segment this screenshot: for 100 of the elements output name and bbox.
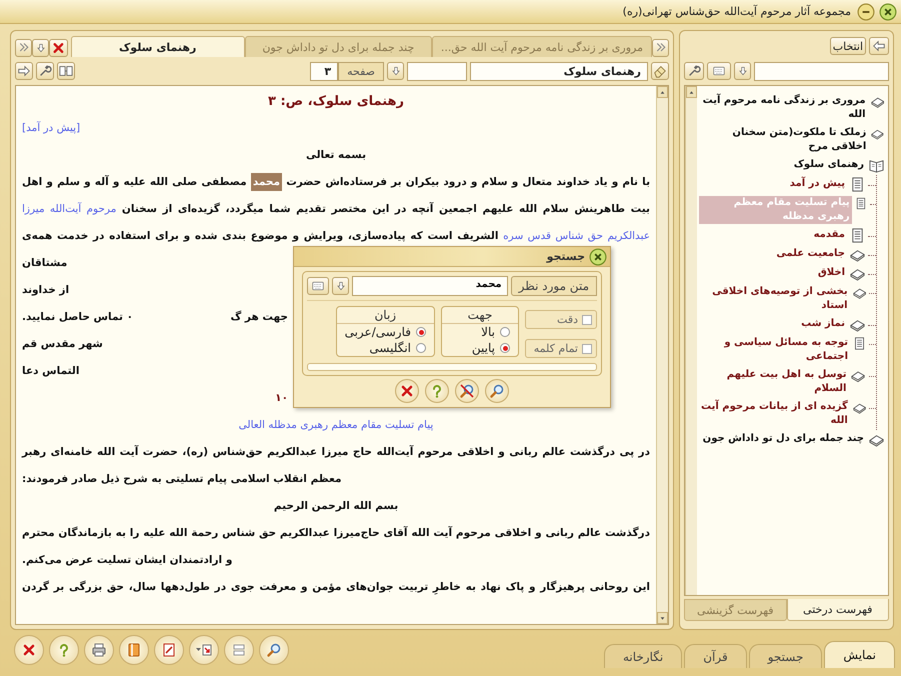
radio-button[interactable] (416, 327, 426, 337)
close-icon (589, 248, 607, 266)
tree-item[interactable]: پیش در آمد (788, 177, 847, 191)
settings-button[interactable] (36, 62, 54, 80)
text-line: در پی درگذشت عالم ربانی و اخلاقی مرحوم آیت‌الله حاج میرزا عبدالکریم حق‌شناس (ره)، حضرت آیت الله خامنه‌ای رهبر (22, 444, 650, 460)
dropdown-document-button[interactable] (189, 635, 219, 665)
dropdown-button[interactable] (387, 62, 404, 80)
tree-item[interactable]: جامعیت علمی (774, 247, 847, 261)
search-button[interactable] (485, 379, 509, 403)
select-button[interactable]: انتخاب (830, 37, 866, 55)
text-link[interactable]: [پیش در آمد] (22, 122, 80, 134)
group-title: زبان (336, 307, 434, 324)
text-link[interactable]: عبدالکریم حق شناس قدس سره (503, 230, 650, 242)
book-button[interactable] (119, 635, 149, 665)
checkbox[interactable] (582, 344, 592, 354)
section-tab[interactable]: نگارخانه (604, 644, 682, 668)
wrench-icon (687, 64, 701, 78)
text-line: شهر مقدس قم (22, 337, 103, 352)
menu-button[interactable] (32, 39, 50, 57)
tree-item[interactable]: مروری بر زندگی نامه مرحوم آیت الله (699, 94, 868, 122)
close-tab-button[interactable] (49, 39, 68, 57)
printer-icon (91, 642, 107, 658)
radio-button[interactable] (500, 327, 510, 337)
cancel-button[interactable] (395, 379, 419, 403)
dropdown-button[interactable] (734, 62, 751, 80)
text-link[interactable]: پیام تسلیت مقام معظم رهبری مدظله العالی (238, 419, 434, 431)
tree-item[interactable]: چند جمله برای دل تو داداش جون (700, 432, 866, 446)
text-link[interactable]: مرحوم آیت‌الله میرزا (22, 203, 116, 215)
next-button[interactable] (15, 62, 33, 80)
radio-button[interactable] (416, 343, 426, 353)
text-line: و ارادتمندان ایشان تسلیت عرض می‌کنم. (22, 553, 232, 568)
document-icon (854, 196, 867, 211)
text-line: عبدالکریم حق شناس قدس سره الشریف است که پیاده‌سازی، ویرایش و موضوع بندی شده و برای استفاده در خدمت همه‌ی (22, 229, 650, 244)
print-button[interactable] (84, 635, 114, 665)
tree-item[interactable]: اخلاق (816, 266, 847, 280)
search-field[interactable] (754, 62, 889, 80)
two-pages-button[interactable] (57, 62, 75, 80)
down-arrow-icon (336, 279, 346, 293)
search-button[interactable] (259, 635, 289, 665)
dropdown-button[interactable] (332, 277, 349, 295)
checkbox[interactable] (582, 314, 592, 324)
down-arrow-icon (390, 64, 400, 78)
highlighted-word: محمد (250, 173, 282, 191)
scrollbar[interactable] (656, 86, 668, 624)
help-button[interactable] (425, 379, 449, 403)
tree-item[interactable]: گزیده ای از بیانات مرحوم آیت الله (699, 400, 850, 428)
book-field[interactable]: رهنمای سلوک (470, 62, 648, 80)
minimize-button[interactable] (857, 2, 875, 20)
text-line: جهت هر گ (230, 310, 288, 325)
settings-button[interactable] (684, 62, 704, 80)
up-caret-icon (659, 90, 666, 94)
list-button[interactable] (224, 635, 254, 665)
keyboard-button[interactable] (307, 277, 329, 295)
checkbox-label: تمام کلمه (534, 342, 578, 355)
eraser-button[interactable] (651, 62, 669, 80)
close-button[interactable] (879, 2, 897, 20)
double-chevron-icon (18, 42, 30, 54)
checkbox-option[interactable]: دقت (525, 310, 597, 329)
group-title: جهت (442, 307, 518, 324)
tree-item[interactable]: نماز شب (799, 317, 847, 331)
scroll-tabs-button[interactable] (15, 39, 32, 57)
help-button[interactable] (49, 635, 79, 665)
eraser-icon (653, 64, 667, 78)
right-arrow-icon (17, 64, 31, 78)
tree-item[interactable]: رهنمای سلوک (792, 158, 866, 172)
close-button[interactable] (14, 635, 44, 665)
search-field[interactable]: محمد (352, 276, 508, 296)
close-button[interactable] (589, 248, 607, 266)
text-line: این روحانی پرهیزگار و پاک نهاد به خاطرِ تربیت جوان‌های مؤمن و معرفت جوی در طول‌دهها سال، حق بزرگی بر گردن (22, 580, 650, 596)
dropdown-document-icon (196, 642, 212, 658)
radio-button[interactable] (500, 343, 510, 353)
edit-icon (161, 642, 177, 658)
page-label: صفحه (338, 62, 384, 80)
section-tab[interactable]: قرآن (684, 644, 747, 668)
back-button[interactable] (869, 37, 889, 55)
document-tab[interactable]: رهنمای سلوک (70, 36, 245, 57)
tree-item[interactable]: زملک تا ملکوت(متن سخنان اخلاقی مرح (699, 126, 868, 154)
section-tab[interactable]: جستجو (748, 644, 822, 668)
tree-item[interactable]: بخشی از توصیه‌های اخلاقی استاد (699, 285, 850, 313)
two-pages-icon (59, 64, 73, 78)
down-caret-icon (659, 616, 666, 620)
list-tab[interactable]: فهرست درختی (786, 599, 889, 621)
radio-label: انگلیسی (369, 341, 411, 355)
text-line: معظم انقلاب اسلامی پیام تسلیتی به شرح ذیل صادر فرمودند: (22, 472, 342, 487)
tree-item[interactable]: توسل به اهل بیت علیهم السلام (699, 368, 848, 396)
document-icon (850, 177, 865, 192)
tree-item[interactable]: توجه به مسائل سیاسی و اجتماعی (698, 336, 850, 364)
clear-search-button[interactable] (455, 379, 479, 403)
keyboard-button[interactable] (707, 62, 731, 80)
page-heading: رهنمای سلوک، ص: ۳ (268, 93, 404, 111)
edit-button[interactable] (154, 635, 184, 665)
scrollbar[interactable] (685, 86, 697, 595)
checkbox-option[interactable]: تمام کلمه (525, 339, 597, 358)
input-field[interactable] (407, 62, 467, 80)
search-icon (266, 642, 282, 658)
scroll-tabs-button[interactable] (652, 39, 669, 57)
radio-label: پایین (472, 341, 495, 355)
tree-item[interactable]: مقدمه (812, 228, 847, 242)
section-tab[interactable]: نمایش (824, 641, 895, 668)
page-field[interactable]: ۳ (310, 62, 338, 80)
